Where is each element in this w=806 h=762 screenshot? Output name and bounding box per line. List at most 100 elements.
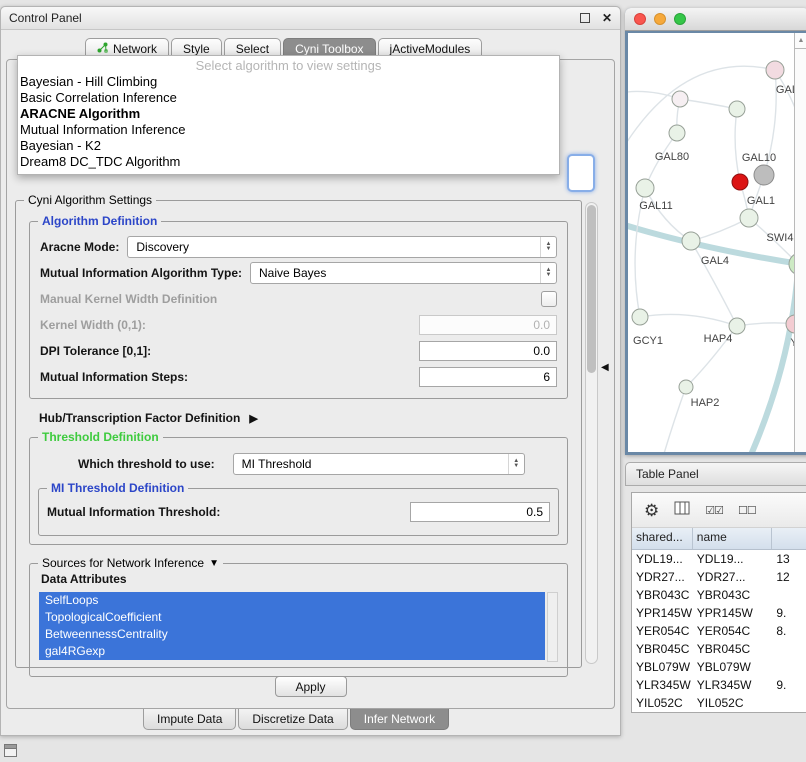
column-header-name[interactable]: name <box>693 528 773 549</box>
network-canvas[interactable]: GAL8GAL80GAL10GAL11GAL1SWI4GAL4GCY1HAP4Y… <box>628 33 806 452</box>
control-panel-titlebar: Control Panel ✕ <box>1 7 620 30</box>
table-cell: YER054C <box>693 624 773 638</box>
dpi-tolerance-field[interactable]: 0.0 <box>419 341 557 361</box>
table-cell: YER054C <box>632 624 693 638</box>
show-columns-icon[interactable] <box>674 501 690 520</box>
table-row[interactable]: YBR043CYBR043C <box>632 586 806 604</box>
tab-label: Style <box>183 42 210 56</box>
network-edge[interactable] <box>680 99 737 109</box>
which-threshold-select[interactable]: MI Threshold ▲▼ <box>233 453 525 475</box>
algorithm-option[interactable]: Basic Correlation Inference <box>18 90 559 106</box>
scroll-up-icon[interactable]: ▲ <box>795 33 806 49</box>
mi-type-select[interactable]: Naive Bayes ▲▼ <box>250 262 557 284</box>
table-row[interactable]: YER054CYER054C8. <box>632 622 806 640</box>
table-row[interactable]: YBL079WYBL079W <box>632 658 806 676</box>
deselect-all-icon[interactable]: ☐☐ <box>738 504 756 517</box>
network-node[interactable] <box>766 61 784 79</box>
apply-button[interactable]: Apply <box>275 676 347 697</box>
aracne-mode-value: Discovery <box>136 240 189 254</box>
network-window-titlebar <box>625 8 806 31</box>
column-header-extra[interactable] <box>772 528 806 549</box>
table-cell: YBR043C <box>693 588 773 602</box>
tab-discretize-data[interactable]: Discretize Data <box>238 709 347 730</box>
network-tab-icon <box>97 42 108 56</box>
manual-kernel-row: Manual Kernel Width Definition <box>40 288 557 310</box>
algorithm-option[interactable]: ARACNE Algorithm <box>18 106 559 122</box>
attribute-list-scrollbar[interactable] <box>547 592 558 662</box>
hub-tf-definition-section[interactable]: Hub/Transcription Factor Definition ▶ <box>39 411 568 425</box>
mi-type-value: Naive Bayes <box>259 266 326 280</box>
algorithm-option[interactable]: Mutual Information Inference <box>18 122 559 138</box>
table-row[interactable]: YPR145WYPR145W9. <box>632 604 806 622</box>
algorithm-option[interactable]: Dream8 DC_TDC Algorithm <box>18 154 559 170</box>
mi-type-label: Mutual Information Algorithm Type: <box>40 266 242 280</box>
network-node-label: SWI4 <box>767 232 794 244</box>
manual-kernel-checkbox[interactable] <box>541 291 557 307</box>
table-cell: YDR27... <box>632 570 693 584</box>
network-node[interactable] <box>754 165 774 185</box>
algorithm-option[interactable]: Bayesian - Hill Climbing <box>18 74 559 90</box>
network-node[interactable] <box>632 309 648 325</box>
table-body: YDL19...YDL19...13YDR27...YDR27...12YBR0… <box>632 550 806 712</box>
mi-threshold-value: 0.5 <box>526 505 543 519</box>
network-node[interactable] <box>729 318 745 334</box>
group-title: Cyni Algorithm Settings <box>24 193 156 207</box>
tab-label: Cyni Toolbox <box>295 42 363 56</box>
kernel-width-field[interactable]: 0.0 <box>419 315 557 335</box>
table-toolbar: ⚙ ☑☑ ☐☐ <box>632 493 806 528</box>
network-node[interactable] <box>682 232 700 250</box>
table-row[interactable]: YLR345WYLR345W9. <box>632 676 806 694</box>
settings-scrollbar[interactable] <box>585 202 598 664</box>
network-edge[interactable] <box>628 66 775 153</box>
mi-type-row: Mutual Information Algorithm Type: Naive… <box>40 262 557 284</box>
network-edge[interactable] <box>735 109 740 182</box>
network-node[interactable] <box>732 174 748 190</box>
table-cell: YBL079W <box>693 660 773 674</box>
table-row[interactable]: YDR27...YDR27...12 <box>632 568 806 586</box>
network-node[interactable] <box>729 101 745 117</box>
zoom-traffic-light-icon[interactable] <box>674 13 686 25</box>
table-row[interactable]: YDL19...YDL19...13 <box>632 550 806 568</box>
close-window-icon[interactable]: ✕ <box>602 12 612 24</box>
gear-icon[interactable]: ⚙ <box>644 502 659 519</box>
float-window-icon[interactable] <box>580 13 590 23</box>
aracne-mode-select[interactable]: Discovery ▲▼ <box>127 236 557 258</box>
network-canvas-svg: GAL8GAL80GAL10GAL11GAL1SWI4GAL4GCY1HAP4Y… <box>628 33 806 452</box>
kernel-width-value: 0.0 <box>533 318 550 332</box>
network-node[interactable] <box>669 125 685 141</box>
select-all-icon[interactable]: ☑☑ <box>705 504 723 517</box>
algorithm-combo-partial[interactable] <box>567 154 595 192</box>
sources-title[interactable]: Sources for Network Inference ▼ <box>38 556 223 570</box>
table-cell: YDL19... <box>632 552 693 566</box>
network-edge[interactable] <box>640 314 737 326</box>
algorithm-option[interactable]: Bayesian - K2 <box>18 138 559 154</box>
tab-infer-network[interactable]: Infer Network <box>350 709 449 730</box>
attribute-list-item[interactable]: gal4RGexp <box>39 643 545 660</box>
tab-impute-data[interactable]: Impute Data <box>143 709 236 730</box>
table-row[interactable]: YIL052CYIL052C <box>632 694 806 712</box>
network-scrollbar[interactable]: ▲ <box>794 33 806 452</box>
restore-panel-icon[interactable] <box>4 744 17 757</box>
attribute-list-item[interactable]: TopologicalCoefficient <box>39 609 545 626</box>
mi-threshold-field[interactable]: 0.5 <box>410 502 550 522</box>
table-cell: 8. <box>772 624 806 638</box>
collapse-panel-arrow-icon[interactable]: ◀ <box>601 362 609 373</box>
network-node[interactable] <box>672 91 688 107</box>
attribute-list-item[interactable]: SelfLoops <box>39 592 545 609</box>
tab-label: jActiveModules <box>390 42 471 56</box>
settings-scrollbar-thumb[interactable] <box>587 205 596 373</box>
network-node[interactable] <box>679 380 693 394</box>
network-edge[interactable] <box>750 269 798 452</box>
kernel-width-label: Kernel Width (0,1): <box>40 318 146 332</box>
column-header-shared[interactable]: shared... <box>632 528 693 549</box>
network-edge[interactable] <box>663 387 686 452</box>
mi-steps-field[interactable]: 6 <box>419 367 557 387</box>
minimize-traffic-light-icon[interactable] <box>654 13 666 25</box>
attribute-list-item[interactable]: BetweennessCentrality <box>39 626 545 643</box>
table-row[interactable]: YBR045CYBR045C <box>632 640 806 658</box>
network-node[interactable] <box>636 179 654 197</box>
table-panel-title: Table Panel <box>636 467 699 481</box>
network-node-label: GCY1 <box>633 335 663 347</box>
network-node[interactable] <box>740 209 758 227</box>
close-traffic-light-icon[interactable] <box>634 13 646 25</box>
